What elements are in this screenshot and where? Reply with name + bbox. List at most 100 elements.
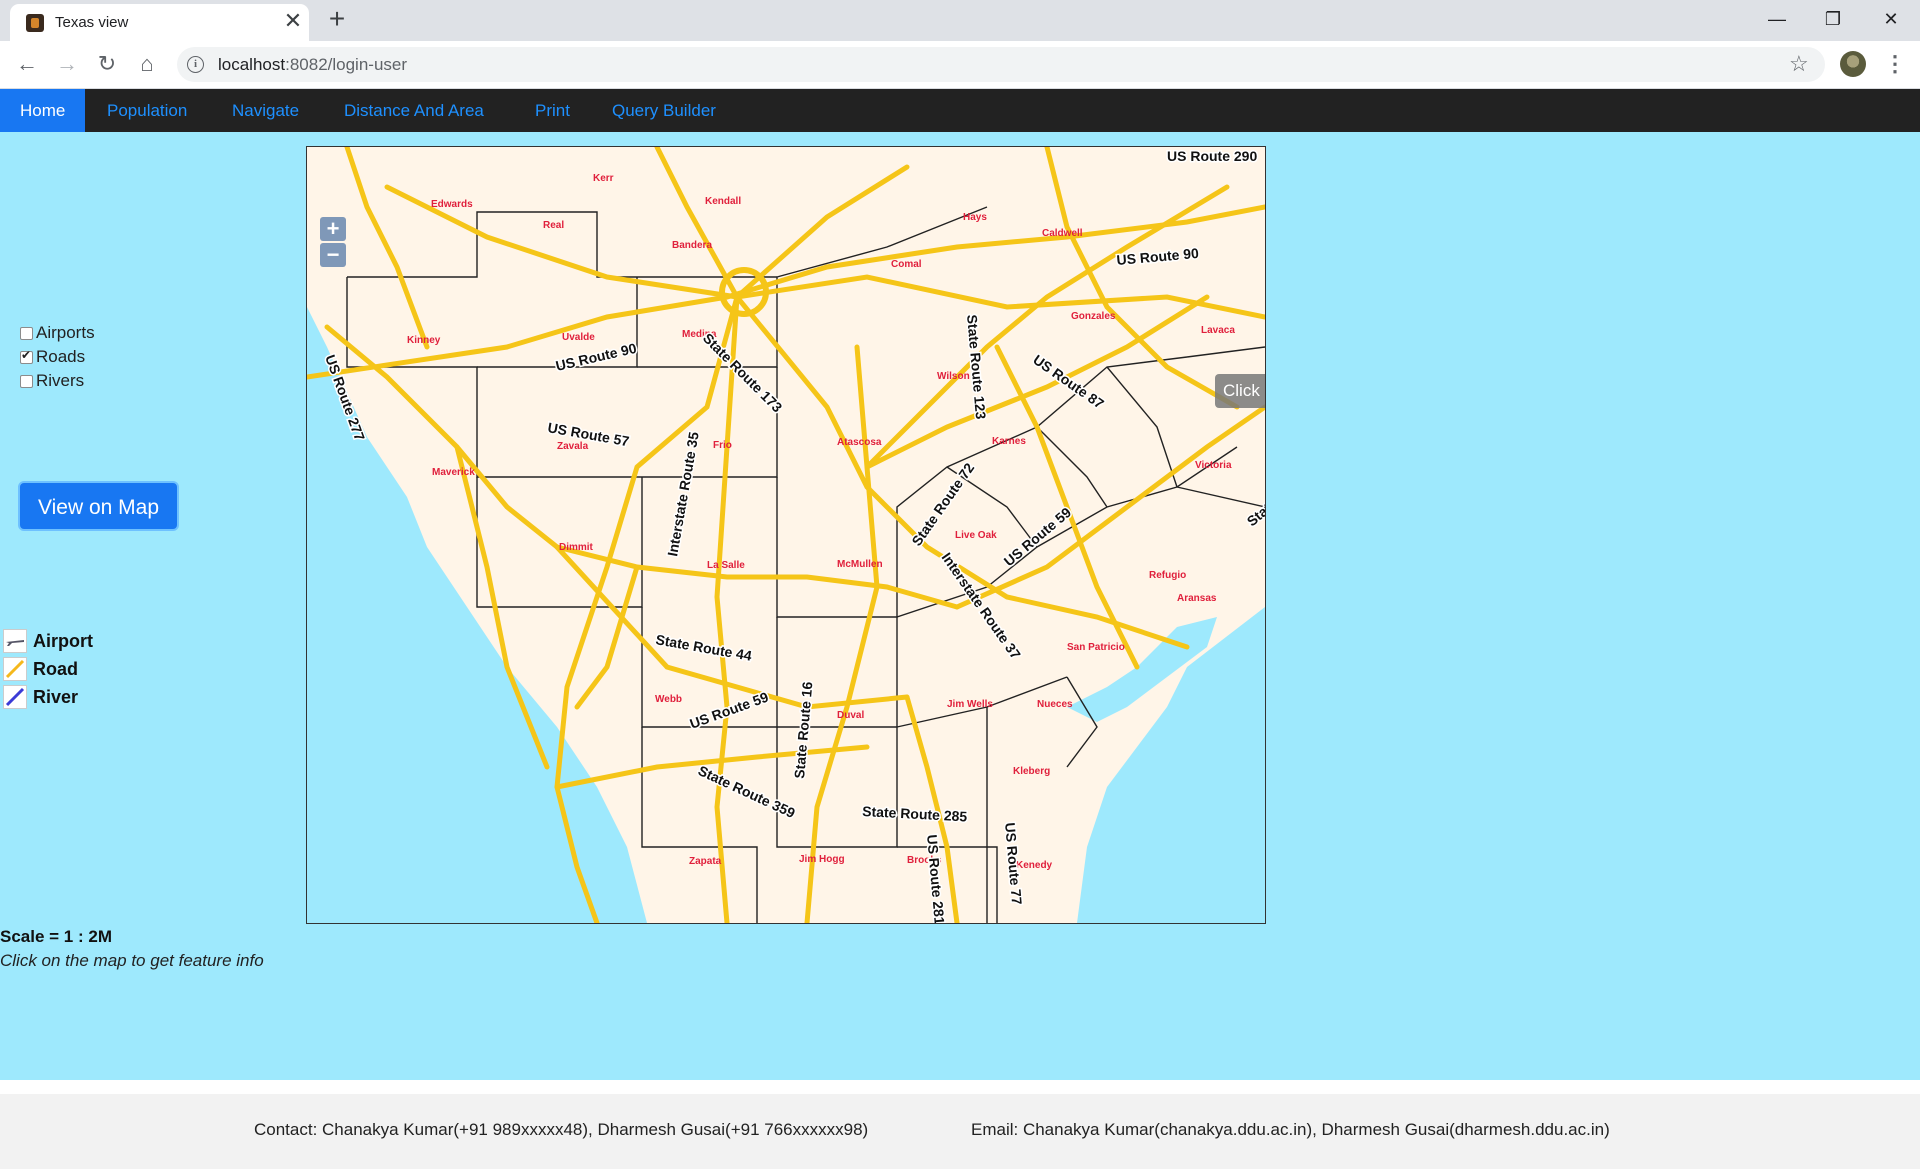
forward-arrow-icon[interactable]: → — [52, 49, 82, 79]
county-label: Wilson — [937, 371, 970, 382]
home-icon[interactable]: ⌂ — [132, 49, 162, 79]
zoom-in-button[interactable]: + — [320, 217, 346, 241]
route-label: State Route 285 — [862, 803, 968, 824]
map-canvas[interactable]: Kerr Kendall Edwards Real Bandera Comal … — [307, 147, 1265, 923]
airports-label: Airports — [36, 323, 95, 342]
county-label: Caldwell — [1042, 228, 1083, 239]
county-label: Live Oak — [955, 530, 997, 541]
nav-home[interactable]: Home — [0, 89, 86, 132]
route-label: State Route — [1244, 467, 1265, 529]
county-label: Comal — [891, 259, 922, 270]
route-label: State Route 359 — [696, 762, 798, 821]
roads-label: Roads — [36, 347, 86, 366]
route-label: Interstate Route 35 — [664, 430, 702, 557]
county-label: Kinney — [407, 335, 441, 346]
minimize-button[interactable]: — — [1754, 4, 1800, 34]
route-label: US Route 290 — [1167, 148, 1257, 164]
county-label: Webb — [655, 694, 682, 705]
footer-email: Email: Chanakya Kumar(chanakya.ddu.ac.in… — [971, 1120, 1610, 1139]
page-body: Home Population Navigate Distance And Ar… — [0, 89, 1920, 1169]
county-label: Kleberg — [1013, 766, 1050, 777]
nav-navigate[interactable]: Navigate — [212, 89, 319, 132]
tab-title: Texas view — [55, 14, 129, 31]
tab-close-icon[interactable]: ✕ — [281, 9, 305, 33]
county-label: Refugio — [1149, 570, 1186, 581]
back-arrow-icon[interactable]: ← — [12, 49, 42, 79]
url-path: :8082/login-user — [285, 55, 408, 74]
maximize-button[interactable]: ❐ — [1810, 4, 1856, 34]
view-on-map-button[interactable]: View on Map — [18, 481, 179, 531]
new-tab-button[interactable]: + — [323, 5, 351, 33]
airports-checkbox[interactable] — [20, 326, 33, 340]
legend-river: River — [3, 683, 93, 711]
page-footer: Contact: Chanakya Kumar(+91 989xxxxx48),… — [0, 1094, 1920, 1169]
nav-query-builder[interactable]: Query Builder — [592, 89, 736, 132]
county-label: Jim Wells — [947, 699, 993, 710]
road-segment — [344, 147, 430, 350]
county-label: McMullen — [837, 559, 883, 570]
county-label: Atascosa — [837, 437, 882, 448]
layer-airports-row: Airports — [20, 321, 95, 345]
county-label: Frio — [713, 440, 732, 451]
county-label: Zapata — [689, 856, 722, 867]
legend-airport: Airport — [3, 627, 93, 655]
layer-rivers-row: Rivers — [20, 369, 95, 393]
county-label: Maverick — [432, 467, 475, 478]
nav-distance-and-area[interactable]: Distance And Area — [324, 89, 504, 132]
road-line-icon — [3, 657, 27, 681]
county-label: Zavala — [557, 441, 589, 452]
site-favicon-icon — [26, 14, 44, 32]
url-text[interactable]: localhost:8082/login-user — [218, 55, 407, 75]
county-label: Edwards — [431, 199, 473, 210]
airport-icon — [3, 629, 27, 653]
county-line — [1176, 486, 1265, 508]
road-segment — [714, 294, 740, 923]
road-segment — [994, 344, 1140, 670]
legend-road: Road — [3, 655, 93, 683]
browser-tabstrip: Texas view ✕ + — ❐ ✕ — [0, 0, 1920, 41]
county-label: Kendall — [705, 196, 741, 207]
texas-map[interactable]: Kerr Kendall Edwards Real Bandera Comal … — [306, 146, 1266, 924]
browser-tab[interactable]: Texas view ✕ — [10, 4, 309, 41]
legend-river-label: River — [33, 686, 79, 707]
county-label: Jim Hogg — [799, 854, 845, 865]
browser-menu-icon[interactable]: ⋮ — [1884, 50, 1906, 78]
address-bar[interactable]: i localhost:8082/login-user ☆ — [177, 47, 1825, 82]
map-legend: Airport Road River — [3, 627, 93, 711]
county-label: Bandera — [672, 240, 712, 251]
route-label: US Route 59 — [688, 689, 771, 732]
route-label: US Route 90 — [554, 340, 638, 374]
county-line — [1106, 366, 1178, 488]
county-label: Uvalde — [562, 332, 595, 343]
route-label: US Route 77 — [1002, 822, 1025, 906]
route-label: State Route 16 — [791, 681, 815, 779]
roads-checkbox[interactable] — [20, 348, 33, 364]
zoom-out-button[interactable]: − — [320, 243, 346, 267]
county-label: Real — [543, 220, 564, 231]
zoom-controls: + − — [320, 217, 346, 269]
county-line — [1036, 426, 1108, 508]
reload-icon[interactable]: ↻ — [92, 49, 122, 79]
nav-population[interactable]: Population — [87, 89, 207, 132]
close-window-button[interactable]: ✕ — [1868, 4, 1914, 34]
feature-info-hint: Click on the map to get feature info — [0, 951, 264, 970]
legend-road-label: Road — [33, 658, 78, 679]
rivers-checkbox[interactable] — [20, 374, 33, 388]
county-label: Gonzales — [1071, 311, 1116, 322]
site-info-icon[interactable]: i — [187, 56, 204, 73]
layer-roads-row: Roads — [20, 345, 95, 369]
county-label: Kerr — [593, 173, 614, 184]
click-tag[interactable]: Click — [1215, 374, 1265, 408]
county-label: Nueces — [1037, 699, 1073, 710]
county-line — [1186, 346, 1265, 358]
county-label: Victoria — [1195, 460, 1232, 471]
url-host: localhost — [218, 55, 286, 74]
nav-print[interactable]: Print — [515, 89, 590, 132]
county-line — [1066, 676, 1098, 768]
bookmark-star-icon[interactable]: ☆ — [1789, 51, 1809, 77]
county-label: Duval — [837, 710, 864, 721]
top-navbar: Home Population Navigate Distance And Ar… — [0, 89, 1920, 132]
rivers-label: Rivers — [36, 371, 85, 390]
road-segment — [864, 294, 1210, 470]
profile-avatar[interactable] — [1840, 51, 1866, 77]
